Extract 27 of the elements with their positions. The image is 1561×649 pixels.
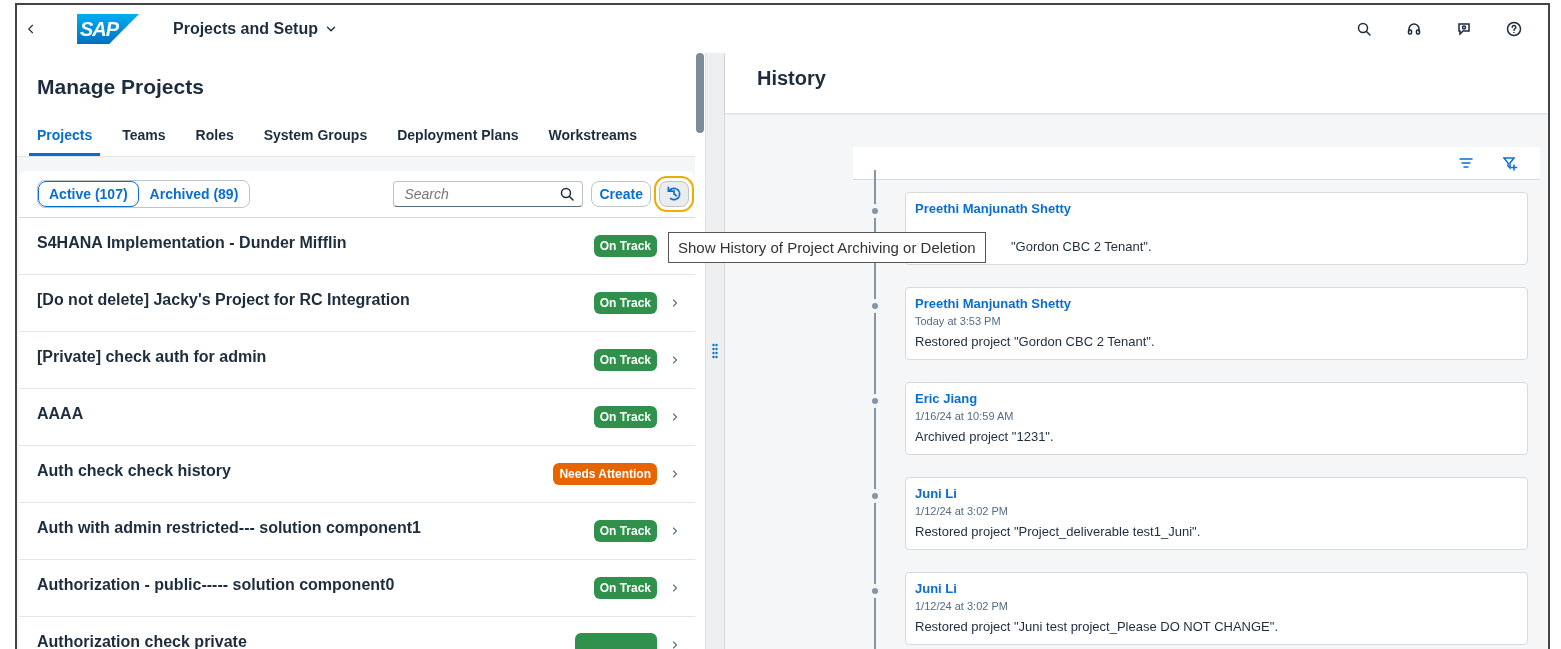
logo: SAP <box>77 14 139 44</box>
timestamp: 1/16/24 at 10:59 AM <box>915 410 1014 422</box>
project-name: Auth check check history <box>37 462 232 480</box>
panel-title: History <box>757 66 826 90</box>
status-badge: On Track <box>593 349 657 371</box>
project-name: [Private] check auth for admin <box>37 348 268 366</box>
timestamp: Today at 3:53 PM <box>915 315 1001 327</box>
page-title: Manage Projects <box>36 74 205 100</box>
status-badge: On Track <box>593 406 657 428</box>
project-name: Auth with admin restricted--- solution component1 <box>37 519 422 537</box>
history-description: Restored project "Juni test project_Please DO NOT CHANGE". <box>915 619 1280 634</box>
status-badge: On Track <box>593 235 657 257</box>
history-description: "Gordon CBC 2 Tenant". <box>1011 239 1153 254</box>
tooltip: Show History of Project Archiving or Deletion <box>668 232 986 263</box>
project-name: S4HANA Implementation - Dunder Mifflin <box>37 234 348 252</box>
history-description: Restored project "Project_deliverable test1_Juni". <box>915 524 1202 539</box>
status-badge: On Track <box>593 292 657 314</box>
project-name: [Do not delete] Jacky's Project for RC Integration <box>37 291 411 309</box>
project-name: Authorization - public----- solution component0 <box>37 576 396 594</box>
timestamp: 1/12/24 at 3:02 PM <box>915 600 1008 612</box>
history-description: Restored project "Gordon CBC 2 Tenant". <box>915 334 1156 349</box>
timestamp: 1/12/24 at 3:02 PM <box>915 505 1008 517</box>
status-badge: Needs Attention <box>553 463 657 485</box>
status-badge: On Track <box>593 520 657 542</box>
status-badge: On Track <box>593 577 657 599</box>
project-name: AAAA <box>37 405 85 423</box>
history-description: Archived project "1231". <box>915 429 1055 444</box>
